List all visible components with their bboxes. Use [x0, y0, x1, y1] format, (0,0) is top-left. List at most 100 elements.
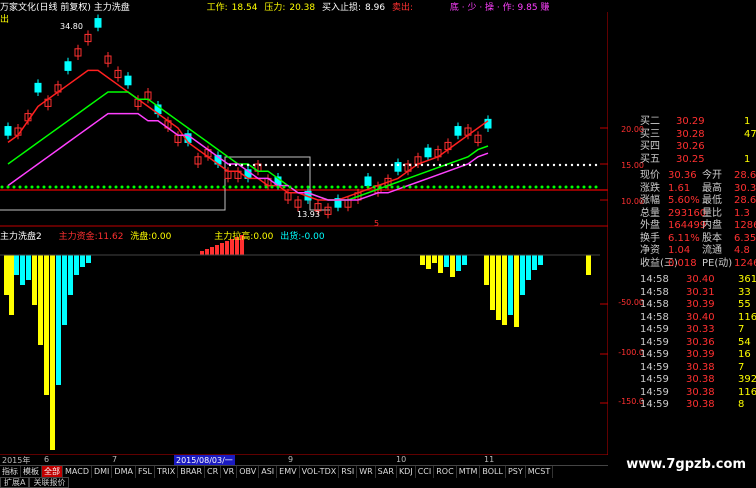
- support-dot: [300, 185, 304, 189]
- support-dot: [450, 185, 454, 189]
- resist-dot: [540, 163, 544, 167]
- support-dot: [474, 185, 478, 189]
- resist-dot: [312, 163, 316, 167]
- pressure-value: 20.38: [289, 3, 316, 13]
- support-dot: [486, 185, 490, 189]
- resist-dot: [576, 163, 580, 167]
- resist-dot: [342, 163, 346, 167]
- support-dot: [456, 185, 460, 189]
- bottom-tab-0[interactable]: 扩展A: [0, 477, 30, 488]
- resist-dot: [534, 163, 538, 167]
- support-dot: [126, 185, 130, 189]
- support-dot: [426, 185, 430, 189]
- support-dot: [588, 185, 592, 189]
- chart-title: 万家文化(日线 前复权) 主力洗盘: [0, 3, 130, 13]
- resist-dot: [462, 163, 466, 167]
- support-dot: [582, 185, 586, 189]
- resist-dot: [378, 163, 382, 167]
- wash-bar: [9, 255, 14, 315]
- resist-dot: [294, 163, 298, 167]
- resist-dot: [366, 163, 370, 167]
- support-dot: [558, 185, 562, 189]
- support-dot: [576, 185, 580, 189]
- support-dot: [60, 185, 64, 189]
- quote-panel: 买二 30.29 1 买三 30.28 47 买四 30.26 买五 30.25 1 现价 30.36 今…: [610, 110, 756, 445]
- support-dot: [324, 185, 328, 189]
- corner-label: 出: [0, 15, 10, 25]
- support-dot: [534, 185, 538, 189]
- support-dot: [96, 185, 100, 189]
- resist-dot: [330, 163, 334, 167]
- resist-dot: [510, 163, 514, 167]
- wash-bar: [14, 255, 19, 275]
- wash-bar: [444, 255, 449, 267]
- support-dot: [390, 185, 394, 189]
- resist-dot: [480, 163, 484, 167]
- support-dot: [150, 185, 154, 189]
- support-dot: [252, 185, 256, 189]
- resist-dot: [360, 163, 364, 167]
- wash-bar: [20, 255, 25, 285]
- support-dot: [420, 185, 424, 189]
- support-dot: [54, 185, 58, 189]
- kline-chart[interactable]: [0, 0, 608, 455]
- resist-dot: [456, 163, 460, 167]
- support-dot: [396, 185, 400, 189]
- support-dot: [204, 185, 208, 189]
- candle: [364, 176, 372, 187]
- support-dot: [444, 185, 448, 189]
- wash-bar: [62, 255, 67, 325]
- resist-dot: [504, 163, 508, 167]
- wash-bar: [38, 255, 43, 345]
- resist-dot: [492, 163, 496, 167]
- low-label: 13.93: [297, 210, 320, 219]
- support-dot: [84, 185, 88, 189]
- resist-dot: [474, 163, 478, 167]
- resist-dot: [252, 163, 256, 167]
- support-dot: [132, 185, 136, 189]
- candle: [484, 118, 492, 129]
- indicator-header: 主力洗盘2 主力资金:11.62 洗盘:0.00 主力拉高:0.00 出货:-0…: [0, 232, 325, 242]
- pull-bar: [200, 251, 204, 255]
- support-dot: [480, 185, 484, 189]
- resist-dot: [396, 163, 400, 167]
- resist-dot: [528, 163, 532, 167]
- wash-bar: [26, 255, 31, 280]
- resist-dot: [324, 163, 328, 167]
- support-dot: [552, 185, 556, 189]
- support-dot: [318, 185, 322, 189]
- support-dot: [192, 185, 196, 189]
- support-dot: [438, 185, 442, 189]
- sub-right-label: 底 · 少 · 操 · 作: 9.85 赚: [449, 3, 550, 13]
- support-dot: [186, 185, 190, 189]
- support-dot: [432, 185, 436, 189]
- resist-dot: [486, 163, 490, 167]
- support-dot: [114, 185, 118, 189]
- ma-line-3: [7, 91, 489, 201]
- resist-dot: [318, 163, 322, 167]
- wash-bar: [462, 255, 467, 265]
- work-value: 18.54: [231, 3, 258, 13]
- support-dot: [372, 185, 376, 189]
- wash-bar: [450, 255, 455, 277]
- resist-dot: [582, 163, 586, 167]
- candle: [424, 147, 432, 158]
- resist-dot: [564, 163, 568, 167]
- wash-bar: [44, 255, 49, 395]
- resist-dot: [282, 163, 286, 167]
- wash-bar: [514, 255, 519, 327]
- resist-dot: [594, 163, 598, 167]
- resist-dot: [444, 163, 448, 167]
- resist-dot: [546, 163, 550, 167]
- support-dot: [360, 185, 364, 189]
- support-dot: [108, 185, 112, 189]
- support-dot: [402, 185, 406, 189]
- support-dot: [294, 185, 298, 189]
- bottom-tab-1[interactable]: 关联报价: [29, 477, 70, 488]
- support-dot: [102, 185, 106, 189]
- wash-bar: [508, 255, 513, 315]
- wash-bar: [68, 255, 73, 295]
- support-dot: [36, 185, 40, 189]
- support-dot: [156, 185, 160, 189]
- resist-dot: [384, 163, 388, 167]
